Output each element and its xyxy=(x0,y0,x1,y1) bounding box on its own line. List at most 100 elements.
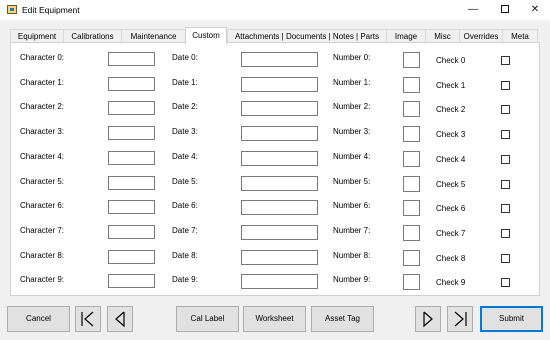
check-0-checkbox[interactable] xyxy=(501,56,510,65)
number-4-input[interactable] xyxy=(403,150,420,167)
number-1-input[interactable] xyxy=(403,76,420,93)
tab-misc[interactable]: Misc xyxy=(425,29,460,43)
tab-calibrations[interactable]: Calibrations xyxy=(63,29,122,43)
date-8-picker[interactable] xyxy=(241,249,318,265)
number-7-input[interactable] xyxy=(403,224,420,241)
skip-to-last-icon xyxy=(454,311,467,327)
submit-button-label: Submit xyxy=(499,314,524,323)
character-7-input[interactable] xyxy=(108,224,155,239)
close-button[interactable]: ✕ xyxy=(520,0,550,20)
character-5-input[interactable] xyxy=(108,175,155,190)
cal-label-button[interactable]: Cal Label xyxy=(176,306,239,332)
cancel-button[interactable]: Cancel xyxy=(7,306,70,332)
app-icon xyxy=(7,5,17,14)
previous-icon xyxy=(115,311,125,328)
character-3-label: Character 3: xyxy=(20,127,65,137)
character-7-label: Character 7: xyxy=(20,225,65,235)
date-1-label: Date 1: xyxy=(172,77,198,87)
date-9-picker[interactable] xyxy=(241,274,318,290)
worksheet-button-label: Worksheet xyxy=(255,314,294,323)
number-2-input[interactable] xyxy=(403,101,420,118)
character-8-label: Character 8: xyxy=(20,250,65,260)
character-9-input[interactable] xyxy=(108,274,155,289)
date-2-picker[interactable] xyxy=(241,101,318,117)
number-9-label: Number 9: xyxy=(333,275,371,285)
character-1-input[interactable] xyxy=(108,76,155,91)
character-5-label: Character 5: xyxy=(20,176,65,186)
check-7-label: Check 7 xyxy=(436,228,466,238)
tab-meta[interactable]: Meta xyxy=(502,29,538,43)
first-record-button[interactable] xyxy=(75,306,101,332)
date-3-picker[interactable] xyxy=(241,126,318,142)
character-8-input[interactable] xyxy=(108,249,155,264)
cancel-button-label: Cancel xyxy=(26,314,51,323)
tab-custom[interactable]: Custom xyxy=(185,27,227,44)
check-6-checkbox[interactable] xyxy=(501,204,510,214)
number-7-label: Number 7: xyxy=(333,225,371,235)
date-3-label: Date 3: xyxy=(172,127,198,137)
tab-equipment[interactable]: Equipment xyxy=(10,29,64,43)
date-4-picker[interactable] xyxy=(241,150,318,166)
check-0-label: Check 0 xyxy=(436,56,466,65)
character-4-label: Character 4: xyxy=(20,151,65,161)
check-1-checkbox[interactable] xyxy=(501,80,510,90)
check-2-label: Check 2 xyxy=(436,105,466,115)
number-0-input[interactable] xyxy=(403,52,420,68)
previous-record-button[interactable] xyxy=(107,306,133,332)
date-8-label: Date 8: xyxy=(172,250,198,260)
date-2-label: Date 2: xyxy=(172,102,198,112)
tab-strip: Equipment Calibrations Maintenance Custom At… xyxy=(10,27,538,44)
number-6-input[interactable] xyxy=(403,200,420,217)
date-7-picker[interactable] xyxy=(241,224,318,240)
character-6-input[interactable] xyxy=(108,200,155,215)
check-8-checkbox[interactable] xyxy=(501,253,510,263)
character-3-input[interactable] xyxy=(108,126,155,141)
date-0-label: Date 0: xyxy=(172,53,198,62)
date-5-label: Date 5: xyxy=(172,176,198,186)
character-0-label: Character 0: xyxy=(20,53,65,62)
cal-label-button-label: Cal Label xyxy=(190,314,225,323)
number-2-label: Number 2: xyxy=(333,102,371,112)
tab-maintenance[interactable]: Maintenance xyxy=(121,29,186,43)
number-5-input[interactable] xyxy=(403,175,420,192)
number-5-label: Number 5: xyxy=(333,176,371,186)
maximize-button[interactable] xyxy=(490,0,520,20)
number-3-input[interactable] xyxy=(403,126,420,143)
character-2-input[interactable] xyxy=(108,101,155,116)
next-record-button[interactable] xyxy=(415,306,441,332)
date-6-picker[interactable] xyxy=(241,200,318,216)
check-9-checkbox[interactable] xyxy=(501,278,510,288)
tab-image[interactable]: Image xyxy=(386,29,426,43)
next-icon xyxy=(423,311,433,328)
check-7-checkbox[interactable] xyxy=(501,228,510,238)
check-8-label: Check 8 xyxy=(436,253,466,263)
date-7-label: Date 7: xyxy=(172,225,198,235)
character-4-input[interactable] xyxy=(108,150,155,165)
check-9-label: Check 9 xyxy=(436,278,466,288)
last-record-button[interactable] xyxy=(447,306,473,332)
minimize-button[interactable]: — xyxy=(458,0,488,20)
worksheet-button[interactable]: Worksheet xyxy=(243,306,306,332)
date-1-picker[interactable] xyxy=(241,76,318,92)
check-3-checkbox[interactable] xyxy=(501,130,510,140)
number-9-input[interactable] xyxy=(403,274,420,291)
character-0-input[interactable] xyxy=(108,52,155,66)
check-2-checkbox[interactable] xyxy=(501,105,510,115)
date-0-picker[interactable] xyxy=(241,52,318,67)
tab-overrides[interactable]: Overrides xyxy=(459,29,503,43)
check-4-checkbox[interactable] xyxy=(501,154,510,164)
character-9-label: Character 9: xyxy=(20,275,65,285)
character-1-label: Character 1: xyxy=(20,77,65,87)
date-4-label: Date 4: xyxy=(172,151,198,161)
number-0-label: Number 0: xyxy=(333,53,371,62)
check-3-label: Check 3 xyxy=(436,130,466,140)
number-6-label: Number 6: xyxy=(333,201,371,211)
date-5-picker[interactable] xyxy=(241,175,318,191)
check-6-label: Check 6 xyxy=(436,204,466,214)
tab-attachments-documents-notes-parts[interactable]: Attachments | Documents | Notes | Parts xyxy=(227,29,387,43)
check-5-label: Check 5 xyxy=(436,179,466,189)
check-5-checkbox[interactable] xyxy=(501,179,510,189)
number-8-input[interactable] xyxy=(403,249,420,266)
asset-tag-button[interactable]: Asset Tag xyxy=(311,306,374,332)
submit-button[interactable]: Submit xyxy=(480,306,543,332)
